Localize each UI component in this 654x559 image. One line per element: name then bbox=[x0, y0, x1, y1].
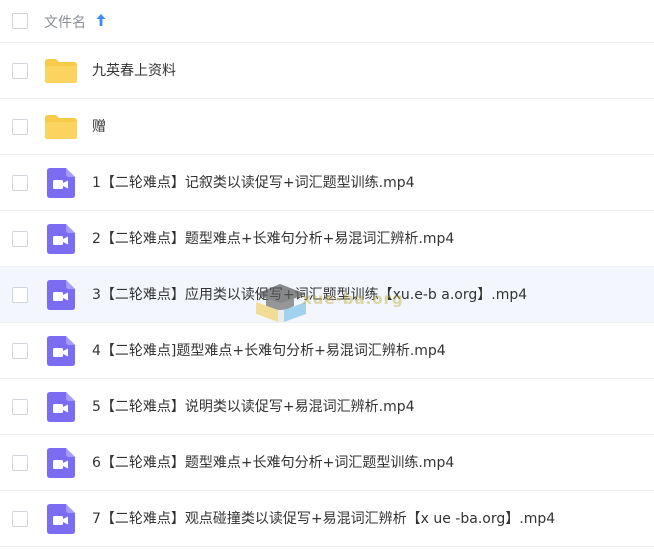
file-name[interactable]: 2【二轮难点】题型难点+长难句分析+易混词汇辨析.mp4 bbox=[92, 228, 454, 248]
file-row-video[interactable]: 5【二轮难点】说明类以读促写+易混词汇辨析.mp4 bbox=[0, 379, 654, 435]
file-row-video[interactable]: 3【二轮难点】应用类以读促写+词汇题型训练【xu.e-b a.org】.mp4 bbox=[0, 267, 654, 323]
file-name[interactable]: 7【二轮难点】观点碰撞类以读促写+易混词汇辨析【x ue -ba.org】.mp… bbox=[92, 508, 555, 528]
file-row-folder[interactable]: 赠 bbox=[0, 99, 654, 155]
row-checkbox[interactable] bbox=[12, 175, 28, 191]
file-name[interactable]: 5【二轮难点】说明类以读促写+易混词汇辨析.mp4 bbox=[92, 396, 415, 416]
file-row-video[interactable]: 4【二轮难点]题型难点+长难句分析+易混词汇辨析.mp4 bbox=[0, 323, 654, 379]
file-name-column-header[interactable]: 文件名 bbox=[44, 12, 86, 32]
folder-icon bbox=[45, 115, 77, 139]
file-name[interactable]: 九英春上资料 bbox=[92, 60, 176, 80]
file-name[interactable]: 4【二轮难点]题型难点+长难句分析+易混词汇辨析.mp4 bbox=[92, 340, 446, 360]
file-row-folder[interactable]: 九英春上资料 bbox=[0, 43, 654, 99]
file-list: 文件名 九英春上资料 赠 1【二轮难点】记叙类以读促写+词汇题型训练.mp4 2… bbox=[0, 0, 654, 547]
video-file-icon bbox=[47, 224, 75, 254]
video-file-icon bbox=[47, 280, 75, 310]
file-row-video[interactable]: 1【二轮难点】记叙类以读促写+词汇题型训练.mp4 bbox=[0, 155, 654, 211]
row-checkbox[interactable] bbox=[12, 63, 28, 79]
row-checkbox[interactable] bbox=[12, 119, 28, 135]
row-checkbox[interactable] bbox=[12, 455, 28, 471]
select-all-checkbox[interactable] bbox=[12, 13, 28, 29]
sort-ascending-icon[interactable] bbox=[95, 12, 107, 28]
file-name[interactable]: 赠 bbox=[92, 116, 106, 136]
row-checkbox[interactable] bbox=[12, 287, 28, 303]
file-name[interactable]: 1【二轮难点】记叙类以读促写+词汇题型训练.mp4 bbox=[92, 172, 415, 192]
row-checkbox[interactable] bbox=[12, 343, 28, 359]
row-checkbox[interactable] bbox=[12, 231, 28, 247]
video-file-icon bbox=[47, 504, 75, 534]
file-row-video[interactable]: 6【二轮难点】题型难点+长难句分析+词汇题型训练.mp4 bbox=[0, 435, 654, 491]
file-name[interactable]: 6【二轮难点】题型难点+长难句分析+词汇题型训练.mp4 bbox=[92, 452, 454, 472]
file-list-header: 文件名 bbox=[0, 0, 654, 43]
video-file-icon bbox=[47, 448, 75, 478]
video-file-icon bbox=[47, 336, 75, 366]
file-row-video[interactable]: 2【二轮难点】题型难点+长难句分析+易混词汇辨析.mp4 bbox=[0, 211, 654, 267]
file-name[interactable]: 3【二轮难点】应用类以读促写+词汇题型训练【xu.e-b a.org】.mp4 bbox=[92, 284, 527, 304]
row-checkbox[interactable] bbox=[12, 511, 28, 527]
video-file-icon bbox=[47, 168, 75, 198]
row-checkbox[interactable] bbox=[12, 399, 28, 415]
file-row-video[interactable]: 7【二轮难点】观点碰撞类以读促写+易混词汇辨析【x ue -ba.org】.mp… bbox=[0, 491, 654, 547]
folder-icon bbox=[45, 59, 77, 83]
video-file-icon bbox=[47, 392, 75, 422]
